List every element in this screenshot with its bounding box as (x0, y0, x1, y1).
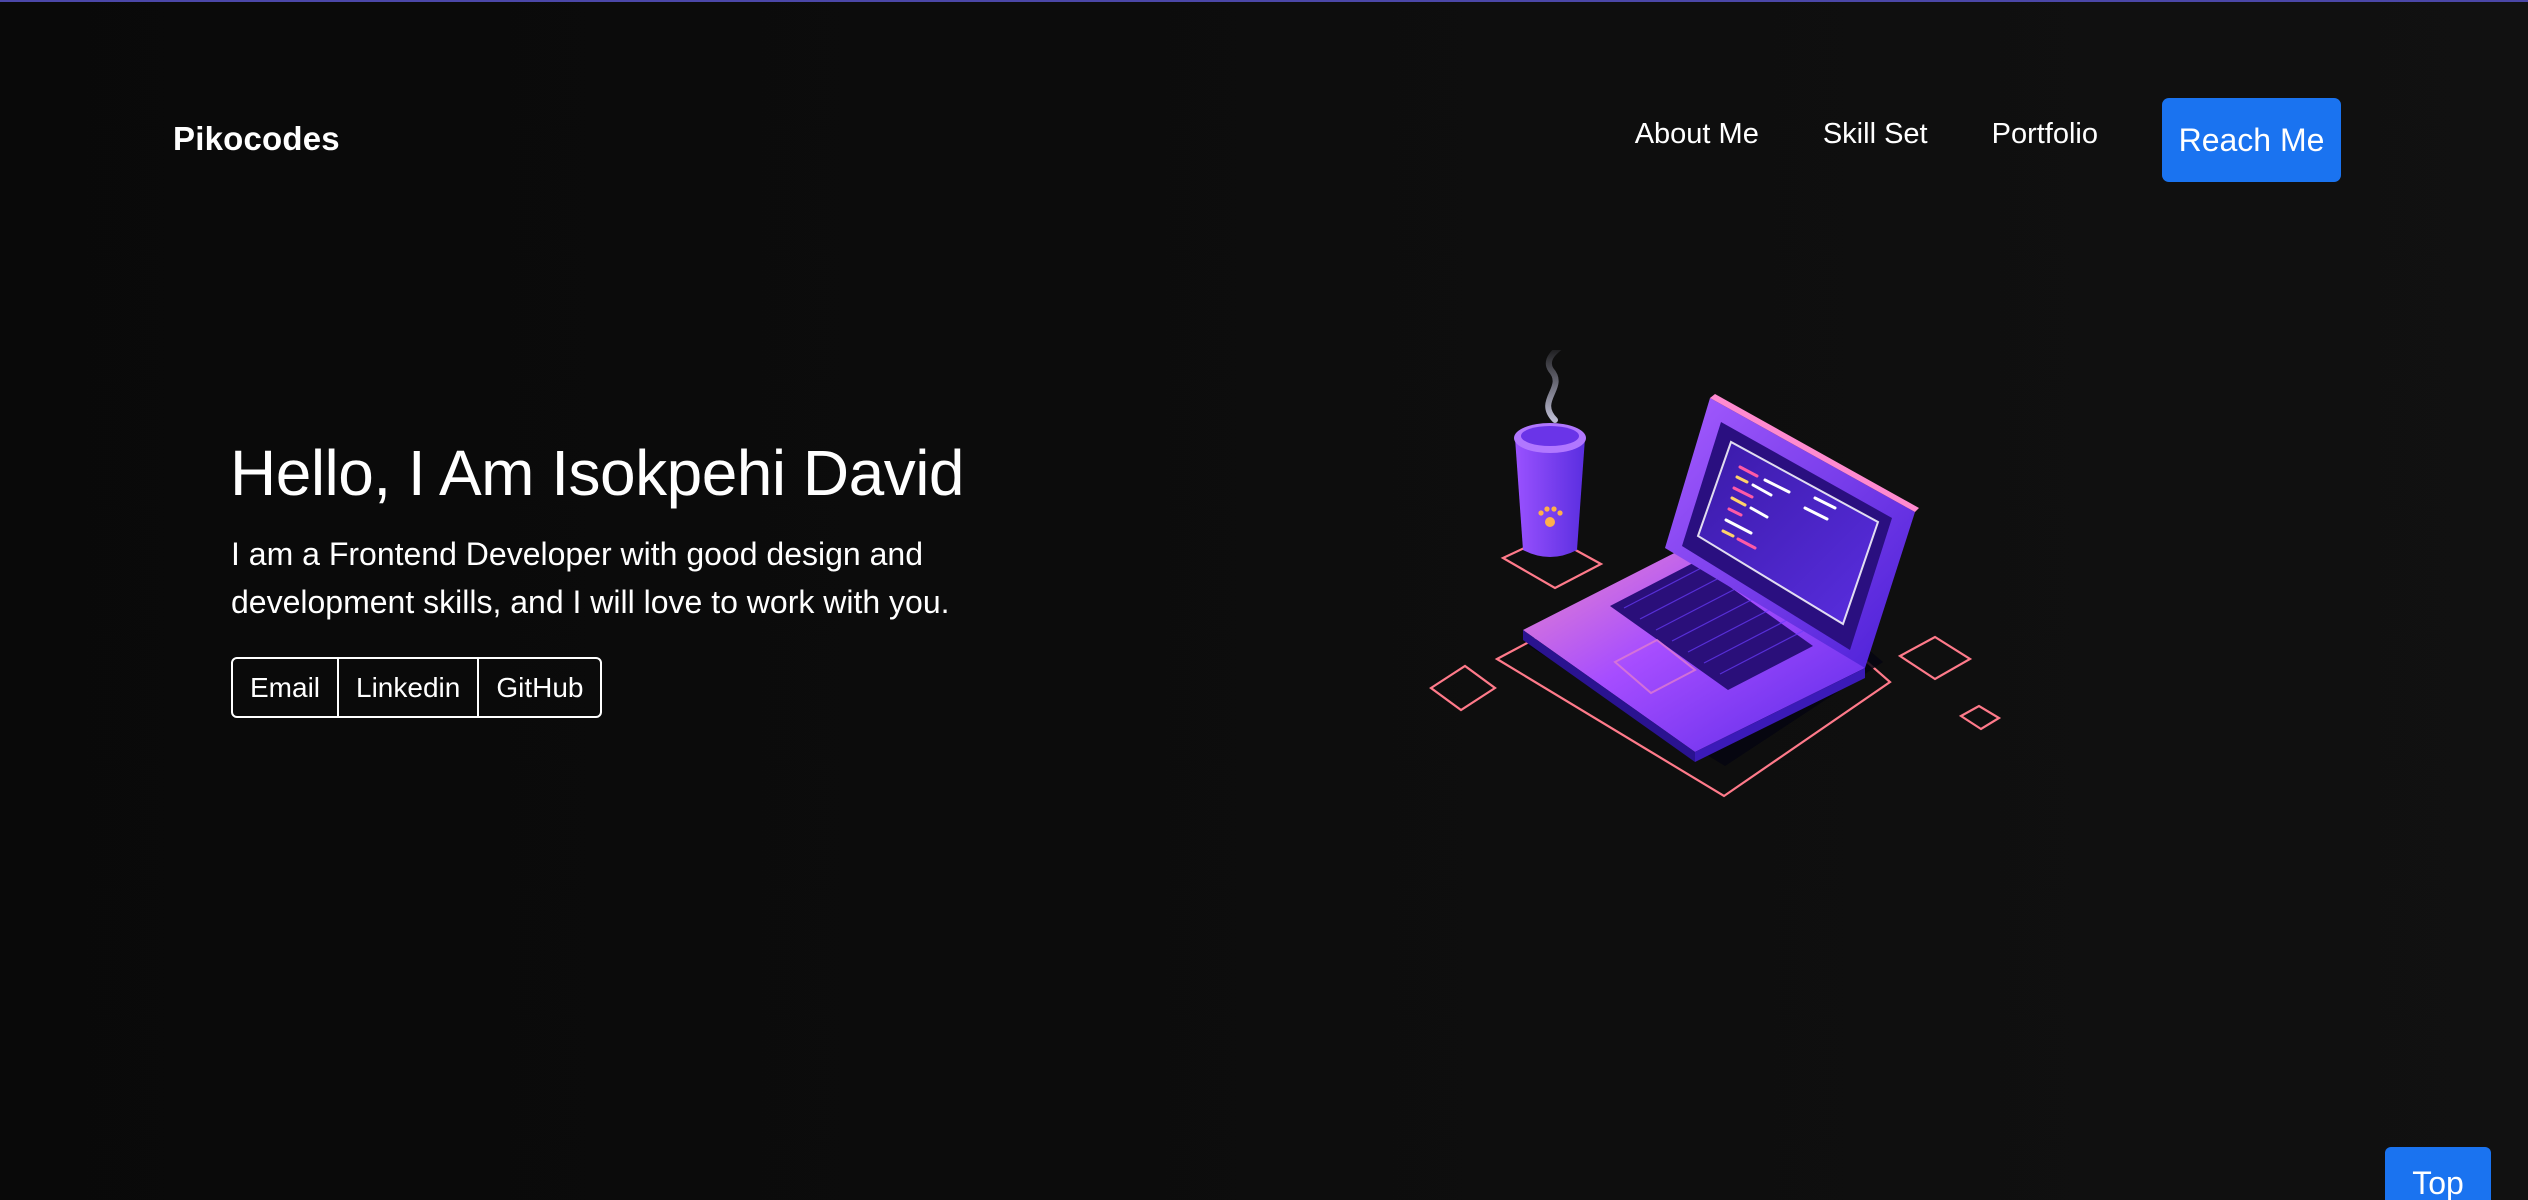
social-links: Email Linkedin GitHub (231, 657, 603, 718)
top-accent-line (0, 0, 2528, 2)
floor-tile-left (1429, 664, 1497, 712)
nav-link-about[interactable]: About Me (1635, 118, 1759, 151)
email-button[interactable]: Email (233, 659, 337, 716)
linkedin-button[interactable]: Linkedin (337, 659, 477, 716)
reach-me-button[interactable]: Reach Me (2162, 98, 2341, 182)
main-nav: About Me Skill Set Portfolio Reach Me (1635, 98, 2341, 182)
coffee-cup (1514, 423, 1586, 557)
hero-description: I am a Frontend Developer with good desi… (231, 536, 950, 620)
hero-title: Hello, I Am Isokpehi David (230, 437, 965, 509)
floor-tile-right (1897, 635, 1973, 681)
scroll-top-button[interactable]: Top (2385, 1147, 2491, 1200)
brand-logo[interactable]: Pikocodes (173, 120, 340, 158)
steam (1545, 350, 1562, 423)
page: Pikocodes About Me Skill Set Portfolio R… (0, 0, 2528, 1200)
nav-link-portfolio[interactable]: Portfolio (1992, 118, 2098, 151)
floor-tile-small (1958, 704, 2002, 731)
laptop-coffee-illustration (1429, 350, 2002, 798)
github-button[interactable]: GitHub (477, 659, 600, 716)
nav-link-skills[interactable]: Skill Set (1823, 118, 1928, 151)
